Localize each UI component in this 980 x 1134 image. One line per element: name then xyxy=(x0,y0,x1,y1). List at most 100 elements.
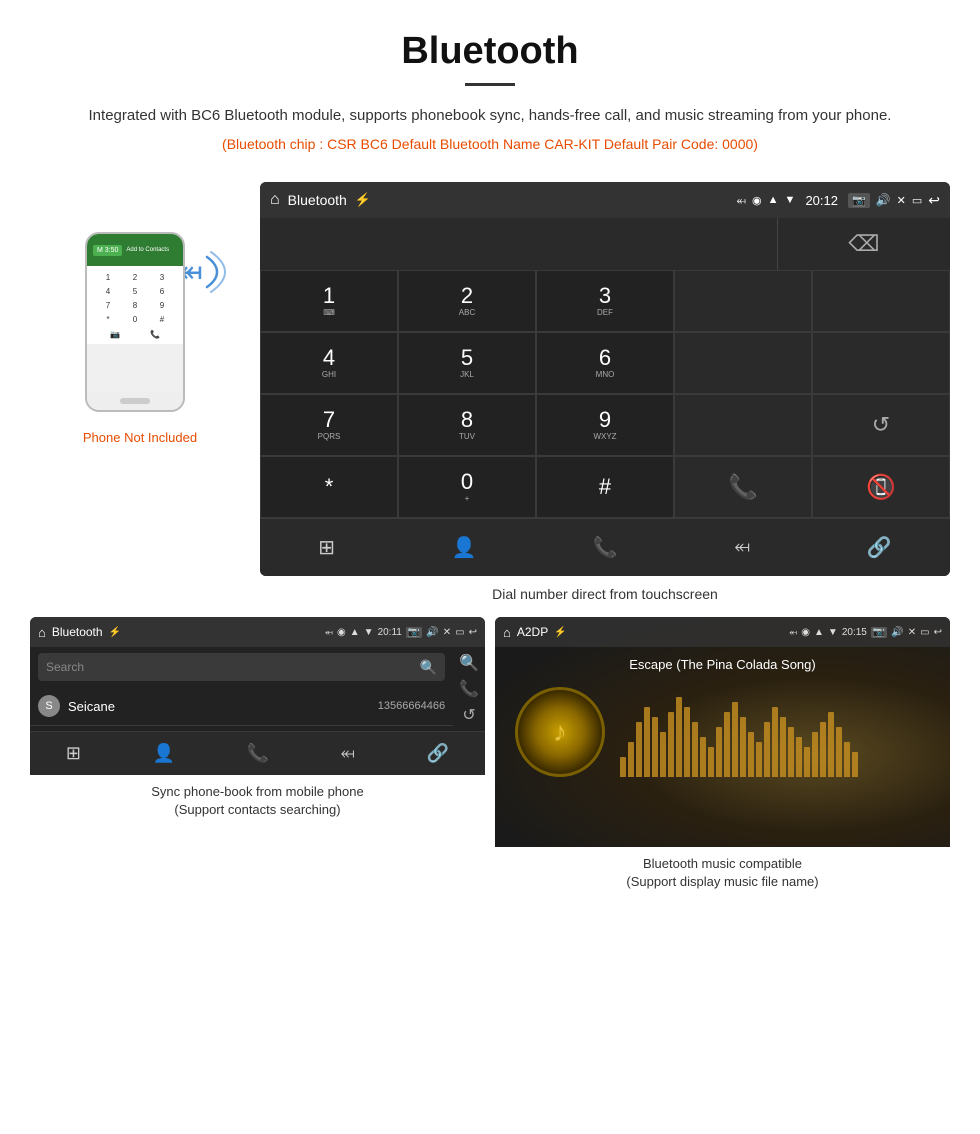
dial-key-1[interactable]: 1 ⌨ xyxy=(260,270,398,332)
usb-icon: ⚡ xyxy=(355,192,371,208)
visualizer-bar xyxy=(828,712,834,777)
phonebook-screen: ⌂ Bluetooth ⚡ ⬶ ◉ ▲ ▼ 20:11 📷 🔊 ✕ ▭ ↩ xyxy=(30,617,485,775)
dial-key-hash[interactable]: # xyxy=(536,456,674,518)
location-icon: ◉ xyxy=(752,194,762,207)
back-icon[interactable]: ↩ xyxy=(928,192,940,209)
pb-cam-icon[interactable]: 📷 xyxy=(406,627,422,638)
visualizer-bar xyxy=(668,712,674,777)
pb-loc-icon: ◉ xyxy=(337,627,346,638)
phone-screen-content: 1 2 3 4 5 6 7 8 9 * 0 # 📷 xyxy=(87,266,183,344)
phone-dial-cell: # xyxy=(149,313,175,326)
page-description: Integrated with BC6 Bluetooth module, su… xyxy=(60,104,920,128)
pb-bot-person-icon[interactable]: 👤 xyxy=(153,743,175,764)
music-album-art: ♪ xyxy=(515,687,605,777)
link-icon[interactable]: 🔗 xyxy=(867,535,892,560)
pb-contact-name: Seicane xyxy=(68,699,378,714)
visualizer-bar xyxy=(780,717,786,777)
music-topbar: ⌂ A2DP ⚡ ⬶ ◉ ▲ ▼ 20:15 📷 🔊 ✕ ▭ ↩ xyxy=(495,617,950,647)
music-status-icons: ⬶ ◉ ▲ ▼ 20:15 📷 🔊 ✕ ▭ ↩ xyxy=(789,627,942,638)
page-title: Bluetooth xyxy=(60,30,920,73)
music-screen: ⌂ A2DP ⚡ ⬶ ◉ ▲ ▼ 20:15 📷 🔊 ✕ ▭ ↩ xyxy=(495,617,950,847)
visualizer-bar xyxy=(652,717,658,777)
phone-body: M 3:50 Add to Contacts 1 2 3 4 5 6 7 8 9 xyxy=(85,232,185,412)
contacts-icon[interactable]: 👤 xyxy=(452,535,477,560)
dial-key-6[interactable]: 6 MNO xyxy=(536,332,674,394)
phone-dial-cell: 2 xyxy=(122,271,148,284)
dial-key-end[interactable]: 📵 xyxy=(812,456,950,518)
home-icon[interactable]: ⌂ xyxy=(270,191,280,209)
music-close-icon[interactable]: ✕ xyxy=(908,627,916,638)
pb-bot-bt-icon[interactable]: ⬶ xyxy=(341,743,355,764)
phone-dial-cell: 4 xyxy=(95,285,121,298)
dial-key-empty-1 xyxy=(674,270,812,332)
music-win-icon[interactable]: ▭ xyxy=(920,627,929,638)
dial-delete-button[interactable]: ⌫ xyxy=(777,218,950,270)
pb-usb-icon: ⚡ xyxy=(109,627,121,638)
visualizer-bar xyxy=(796,737,802,777)
dial-key-empty-6: ↺ xyxy=(812,394,950,456)
phone-not-included-label: Phone Not Included xyxy=(83,430,197,445)
dial-topbar-left: ⌂ Bluetooth ⚡ xyxy=(270,191,371,209)
dial-key-7[interactable]: 7 PQRS xyxy=(260,394,398,456)
dial-key-3[interactable]: 3 DEF xyxy=(536,270,674,332)
phone-container: ⬶ M 3:50 Add to Contacts 1 2 3 xyxy=(30,182,250,445)
dial-key-2[interactable]: 2 ABC xyxy=(398,270,536,332)
pb-right-search-icon[interactable]: 🔍 xyxy=(459,653,479,673)
visualizer-bar xyxy=(748,732,754,777)
title-divider xyxy=(465,83,515,86)
pb-win-icon[interactable]: ▭ xyxy=(455,627,464,638)
visualizer-bar xyxy=(740,717,746,777)
dial-display-empty xyxy=(260,218,777,270)
pb-time: 20:11 xyxy=(378,627,402,638)
pb-home-icon[interactable]: ⌂ xyxy=(38,625,46,640)
dial-key-4[interactable]: 4 GHI xyxy=(260,332,398,394)
pb-back-icon[interactable]: ↩ xyxy=(469,627,477,638)
visualizer-bar xyxy=(732,702,738,777)
dial-key-5[interactable]: 5 JKL xyxy=(398,332,536,394)
visualizer-bar xyxy=(804,747,810,777)
visualizer-bar xyxy=(684,707,690,777)
pb-close-icon[interactable]: ✕ xyxy=(443,627,451,638)
camera-icon[interactable]: 📷 xyxy=(848,193,870,208)
dial-key-empty-5 xyxy=(674,394,812,456)
window-icon[interactable]: ▭ xyxy=(912,194,922,207)
bt-icon[interactable]: ⬶ xyxy=(734,536,750,559)
phone-dial-cell: 9 xyxy=(149,299,175,312)
phonebook-panel: ⌂ Bluetooth ⚡ ⬶ ◉ ▲ ▼ 20:11 📷 🔊 ✕ ▭ ↩ xyxy=(30,617,485,891)
pb-right-phone-icon[interactable]: 📞 xyxy=(459,679,479,699)
pb-bot-phone-icon[interactable]: 📞 xyxy=(247,743,269,764)
music-home-icon[interactable]: ⌂ xyxy=(503,625,511,640)
close-icon[interactable]: ✕ xyxy=(897,194,906,207)
music-caption: Bluetooth music compatible (Support disp… xyxy=(495,855,950,891)
visualizer-bar xyxy=(676,697,682,777)
delete-icon: ⌫ xyxy=(848,231,879,257)
visualizer-bar xyxy=(660,732,666,777)
pb-right-refresh-icon[interactable]: ↺ xyxy=(459,705,479,725)
pb-vol-icon[interactable]: 🔊 xyxy=(426,627,438,638)
pb-search-bar[interactable]: Search 🔍 xyxy=(38,653,445,681)
music-vol-icon[interactable]: 🔊 xyxy=(891,627,903,638)
phone-icon[interactable]: 📞 xyxy=(593,535,618,560)
dial-key-8[interactable]: 8 TUV xyxy=(398,394,536,456)
pb-bot-link-icon[interactable]: 🔗 xyxy=(427,743,449,764)
dial-key-9[interactable]: 9 WXYZ xyxy=(536,394,674,456)
pb-bot-grid-icon[interactable]: ⊞ xyxy=(66,743,81,764)
music-cam-icon[interactable]: 📷 xyxy=(871,627,887,638)
music-visualizer xyxy=(620,687,930,777)
dial-key-empty-3 xyxy=(674,332,812,394)
visualizer-bar xyxy=(812,732,818,777)
pb-contact-row: S Seicane 13566664466 xyxy=(30,687,453,726)
grid-icon[interactable]: ⊞ xyxy=(318,535,335,560)
music-back-icon[interactable]: ↩ xyxy=(934,627,942,638)
visualizer-bar xyxy=(644,707,650,777)
volume-icon[interactable]: 🔊 xyxy=(876,193,891,207)
dial-key-0[interactable]: 0 + xyxy=(398,456,536,518)
dial-key-empty-2 xyxy=(812,270,950,332)
visualizer-bar xyxy=(628,742,634,777)
pb-caption: Sync phone-book from mobile phone (Suppo… xyxy=(30,783,485,819)
dial-display-row: ⌫ xyxy=(260,218,950,270)
dial-bottom-bar: ⊞ 👤 📞 ⬶ 🔗 xyxy=(260,518,950,576)
pb-sig-icon: ▲ xyxy=(350,627,360,638)
dial-key-call[interactable]: 📞 xyxy=(674,456,812,518)
dial-key-star[interactable]: * xyxy=(260,456,398,518)
